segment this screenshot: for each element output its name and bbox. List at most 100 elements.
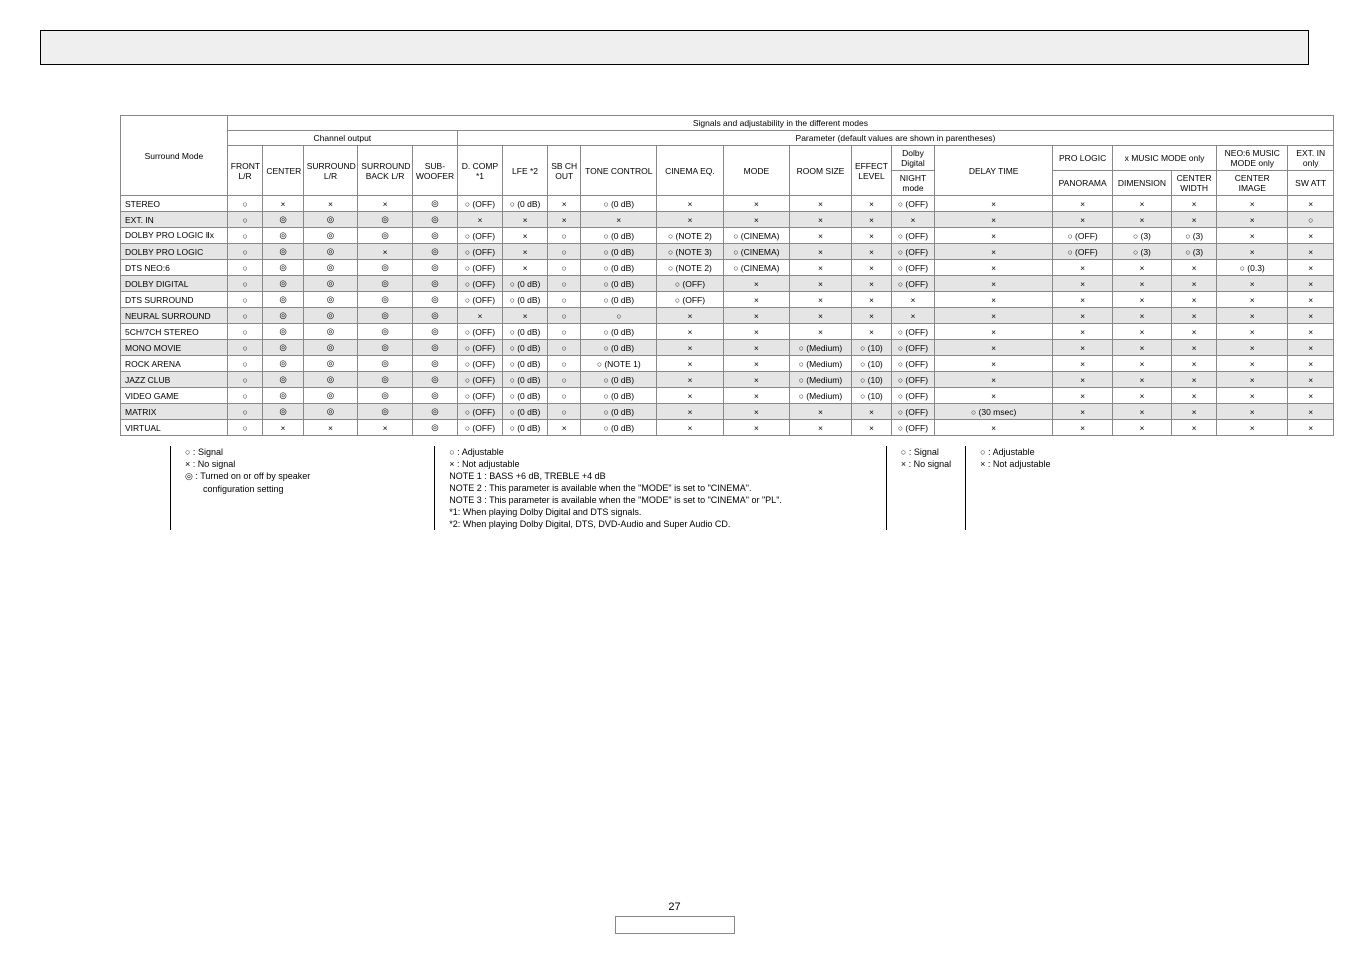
cell: × <box>723 356 789 372</box>
cell: × <box>1172 356 1217 372</box>
note-line: ○ : Signal <box>901 446 951 458</box>
cell: × <box>1053 276 1112 292</box>
cell: ○ (OFF) <box>892 260 935 276</box>
cell: ◎ <box>303 276 358 292</box>
cell: ○ (OFF) <box>457 388 502 404</box>
th-channel-output: Channel output <box>227 131 457 146</box>
cell: ◎ <box>263 244 303 260</box>
cell: ○ (NOTE 1) <box>581 356 657 372</box>
cell: × <box>1053 196 1112 212</box>
mode-name: ROCK ARENA <box>121 356 228 372</box>
cell: × <box>263 420 303 436</box>
cell: × <box>503 228 548 244</box>
cell: × <box>1172 420 1217 436</box>
cell: × <box>1217 356 1288 372</box>
mode-name: MONO MOVIE <box>121 340 228 356</box>
cell: × <box>1172 372 1217 388</box>
cell: ○ (OFF) <box>457 260 502 276</box>
cell: × <box>1288 324 1334 340</box>
cell: × <box>723 420 789 436</box>
cell: ○ <box>548 292 581 308</box>
cell: ○ (0 dB) <box>581 340 657 356</box>
cell: ○ (NOTE 2) <box>657 228 723 244</box>
cell: ○ (OFF) <box>892 420 935 436</box>
table-row: VIRTUAL○×××◎○ (OFF)○ (0 dB)×○ (0 dB)××××… <box>121 420 1334 436</box>
cell: ○ (10) <box>851 340 891 356</box>
cell: ◎ <box>412 196 457 212</box>
cell: ○ <box>227 196 263 212</box>
cell: ○ (OFF) <box>457 228 502 244</box>
cell: × <box>1112 196 1171 212</box>
cell: ○ (NOTE 2) <box>657 260 723 276</box>
th-night: NIGHT mode <box>892 171 935 196</box>
cell: × <box>723 292 789 308</box>
cell: × <box>263 196 303 212</box>
th-center-image: CENTER IMAGE <box>1217 171 1288 196</box>
cell: ◎ <box>303 340 358 356</box>
cell: ◎ <box>358 276 413 292</box>
cell: × <box>1112 404 1171 420</box>
mode-name: DTS SURROUND <box>121 292 228 308</box>
cell: × <box>790 244 852 260</box>
cell: ○ (0.3) <box>1217 260 1288 276</box>
cell: ○ (OFF) <box>457 292 502 308</box>
cell: ○ (0 dB) <box>581 276 657 292</box>
cell: ○ (0 dB) <box>503 324 548 340</box>
cell: ○ (OFF) <box>892 196 935 212</box>
cell: ○ (OFF) <box>892 340 935 356</box>
mode-name: MATRIX <box>121 404 228 420</box>
cell: ○ <box>548 308 581 324</box>
cell: × <box>892 308 935 324</box>
cell: × <box>934 292 1053 308</box>
th-delay: DELAY TIME <box>934 146 1053 196</box>
cell: × <box>851 228 891 244</box>
cell: × <box>1217 228 1288 244</box>
cell: ○ <box>548 228 581 244</box>
note-line: NOTE 3 : This parameter is available whe… <box>449 494 782 506</box>
table-row: ROCK ARENA○◎◎◎◎○ (OFF)○ (0 dB)○○ (NOTE 1… <box>121 356 1334 372</box>
cell: ○ (Medium) <box>790 356 852 372</box>
cell: ◎ <box>358 292 413 308</box>
cell: × <box>657 356 723 372</box>
cell: × <box>1288 420 1334 436</box>
note-line: × : Not adjustable <box>980 458 1050 470</box>
cell: ◎ <box>358 228 413 244</box>
cell: × <box>1172 340 1217 356</box>
cell: ◎ <box>358 212 413 228</box>
cell: × <box>1172 292 1217 308</box>
cell: ◎ <box>303 324 358 340</box>
cell: ◎ <box>412 260 457 276</box>
cell: ◎ <box>358 388 413 404</box>
cell: ○ <box>548 340 581 356</box>
cell: ◎ <box>263 292 303 308</box>
cell: ○ <box>227 292 263 308</box>
note-line: configuration setting <box>185 483 310 495</box>
cell: × <box>1288 276 1334 292</box>
cell: ○ (OFF) <box>457 324 502 340</box>
top-banner <box>40 30 1309 65</box>
cell: ◎ <box>303 244 358 260</box>
cell: × <box>1288 340 1334 356</box>
cell: × <box>851 260 891 276</box>
cell: × <box>1112 340 1171 356</box>
cell: × <box>1112 388 1171 404</box>
cell: × <box>1217 420 1288 436</box>
th-dcomp: D. COMP *1 <box>457 146 502 196</box>
cell: ○ <box>1288 212 1334 228</box>
note-line: *1: When playing Dolby Digital and DTS s… <box>449 506 782 518</box>
cell: ○ <box>548 276 581 292</box>
cell: ○ (OFF) <box>892 372 935 388</box>
cell: × <box>1217 404 1288 420</box>
cell: ○ (10) <box>851 388 891 404</box>
cell: × <box>1112 356 1171 372</box>
cell: ○ (0 dB) <box>581 420 657 436</box>
cell: × <box>1112 212 1171 228</box>
th-center: CENTER <box>263 146 303 196</box>
page-number: 27 <box>0 901 1349 913</box>
cell: ○ (0 dB) <box>503 196 548 212</box>
cell: × <box>1053 212 1112 228</box>
cell: × <box>723 340 789 356</box>
cell: × <box>790 420 852 436</box>
note-line: × : Not adjustable <box>449 458 782 470</box>
cell: × <box>1217 212 1288 228</box>
